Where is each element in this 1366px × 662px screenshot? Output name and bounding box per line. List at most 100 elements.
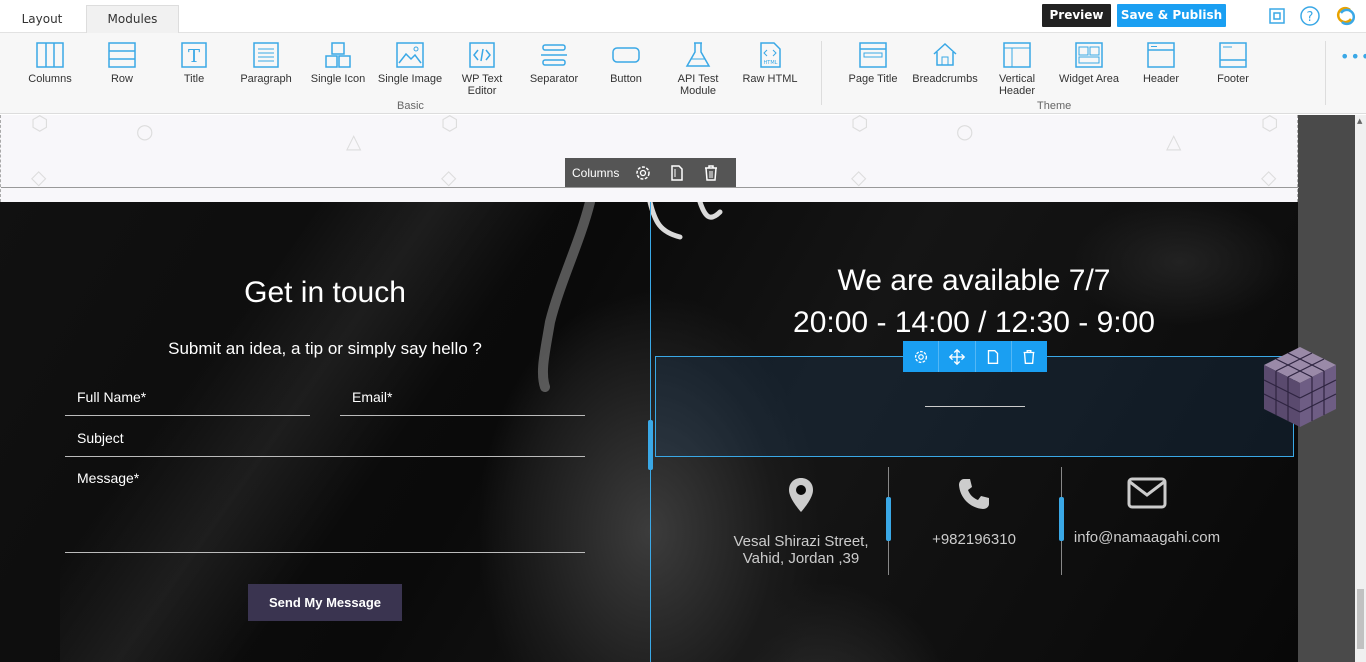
svg-text:HTML: HTML (764, 60, 778, 66)
html-file-icon: HTML (760, 42, 781, 68)
brand-logo-icon (1336, 6, 1356, 26)
contact-title: Get in touch (244, 276, 406, 309)
vertical-header-icon (1003, 42, 1031, 68)
module-raw-html[interactable]: HTML Raw HTML (734, 41, 806, 85)
page-title-icon (859, 42, 887, 68)
scrollbar-thumb[interactable] (1357, 589, 1364, 649)
module-label: Button (610, 73, 642, 85)
module-toolbar-actions (903, 341, 1047, 372)
columns-icon (36, 42, 64, 68)
top-section: ⬡ ○ △ ⬡ ◇ ◇ ⬡ ○ △ ⬡ ◇ ◇ Columns (0, 115, 1299, 202)
module-label: Widget Area (1059, 73, 1119, 85)
module-duplicate-button[interactable] (976, 341, 1012, 372)
toolbar-divider (821, 41, 822, 105)
module-label: Footer (1217, 73, 1249, 85)
pattern-circle-icon: ○ (956, 119, 974, 143)
module-widget-area[interactable]: Widget Area (1053, 41, 1125, 85)
subject-field[interactable]: Subject (65, 425, 585, 457)
send-message-button[interactable]: Send My Message (248, 584, 402, 621)
scroll-up-arrow-icon[interactable]: ▲ (1357, 118, 1364, 125)
module-breadcrumbs[interactable]: Breadcrumbs (909, 41, 981, 85)
module-label: Paragraph (240, 73, 292, 85)
message-field[interactable]: Message* (65, 465, 585, 553)
widget-area-icon (1075, 42, 1103, 68)
pattern-hexagon-icon: ⬡ (1261, 115, 1279, 135)
module-columns[interactable]: Columns (14, 41, 86, 85)
pattern-triangle-icon: △ (346, 129, 362, 153)
group-label-basic: Basic (397, 100, 424, 112)
help-icon[interactable]: ? (1300, 6, 1320, 26)
phone-text: +982196310 (932, 531, 1016, 548)
columns-toolbar: Columns (565, 158, 736, 187)
delete-trash-icon[interactable] (701, 163, 721, 183)
module-label: Page Title (848, 73, 898, 85)
module-footer[interactable]: Footer (1197, 41, 1269, 85)
module-paragraph[interactable]: Paragraph (230, 41, 302, 85)
pattern-triangle-icon: △ (1166, 129, 1182, 153)
builder-canvas: ⬡ ○ △ ⬡ ◇ ◇ ⬡ ○ △ ⬡ ◇ ◇ Columns Get in t… (0, 115, 1355, 662)
availability-title: We are available 7/7 (837, 264, 1111, 297)
module-single-icon[interactable]: Single Icon (302, 41, 374, 85)
tab-modules[interactable]: Modules (86, 5, 179, 33)
button-icon (612, 47, 640, 63)
module-button[interactable]: Button (590, 41, 662, 85)
separator-icon (541, 44, 567, 66)
module-row[interactable]: Row (86, 41, 158, 85)
module-title[interactable]: T Title (158, 41, 230, 85)
column-resize-handle[interactable] (648, 420, 653, 470)
address-text: Vesal Shirazi Street, Vahid, Jordan ,39 (733, 533, 869, 567)
image-icon (396, 42, 424, 68)
module-single-image[interactable]: Single Image (374, 41, 446, 85)
pattern-diamond-icon: ◇ (851, 165, 867, 189)
svg-text:?: ? (1307, 10, 1314, 25)
tab-layout[interactable]: Layout (0, 5, 84, 33)
single-icon-icon (325, 42, 351, 68)
contact-section: Get in touch Submit an idea, a tip or si… (0, 202, 1298, 662)
module-separator[interactable]: Separator (518, 41, 590, 85)
flask-icon (685, 42, 711, 67)
contact-subtitle: Submit an idea, a tip or simply say hell… (168, 339, 482, 358)
location-pin-icon (789, 478, 813, 512)
toolbar-divider (1325, 41, 1326, 105)
settings-gear-icon (914, 350, 927, 363)
email-field[interactable]: Email* (340, 384, 585, 416)
module-settings-button[interactable] (903, 341, 940, 372)
module-label: Columns (28, 73, 72, 85)
separator-line (925, 406, 1025, 407)
duplicate-icon[interactable] (667, 163, 687, 183)
footer-icon (1219, 42, 1247, 68)
module-vertical-header[interactable]: Vertical Header (981, 41, 1053, 97)
pattern-diamond-icon: ◇ (441, 165, 457, 189)
address-info: Vesal Shirazi Street, Vahid, Jordan ,39 (716, 467, 886, 567)
module-wp-text-editor[interactable]: WP Text Editor (446, 41, 518, 97)
group-label-theme: Theme (1037, 100, 1072, 112)
module-label: Header (1142, 73, 1180, 85)
module-move-button[interactable] (939, 341, 976, 372)
module-label: Title (183, 73, 205, 85)
email-text: info@namaagahi.com (1073, 529, 1221, 546)
module-header[interactable]: Header (1125, 41, 1197, 85)
preview-button[interactable]: Preview (1042, 4, 1111, 27)
pattern-diamond-icon: ◇ (31, 165, 47, 189)
envelope-icon (1127, 477, 1167, 509)
module-api-test[interactable]: API Test Module (662, 41, 734, 97)
vertical-scrollbar[interactable]: ▲ (1355, 115, 1366, 662)
full-name-field[interactable]: Full Name* (65, 384, 310, 416)
delete-trash-icon (1023, 349, 1035, 364)
module-page-title[interactable]: Page Title (837, 41, 909, 85)
save-publish-button[interactable]: Save & Publish (1117, 4, 1226, 27)
paragraph-icon (253, 42, 279, 68)
duplicate-icon (987, 349, 999, 364)
module-label: Row (110, 73, 133, 85)
module-label: WP Text Editor (461, 73, 503, 97)
more-modules-icon[interactable]: ••• (1340, 47, 1366, 66)
responsive-icon[interactable] (1267, 6, 1287, 26)
columns-toolbar-label: Columns (572, 165, 620, 180)
phone-icon (959, 479, 989, 509)
pattern-diamond-icon: ◇ (1261, 165, 1277, 189)
header-icon (1147, 42, 1175, 68)
module-delete-button[interactable] (1012, 341, 1047, 372)
module-label: Vertical Header (998, 73, 1036, 97)
pattern-hexagon-icon: ⬡ (851, 115, 869, 135)
settings-gear-icon[interactable] (633, 163, 653, 183)
